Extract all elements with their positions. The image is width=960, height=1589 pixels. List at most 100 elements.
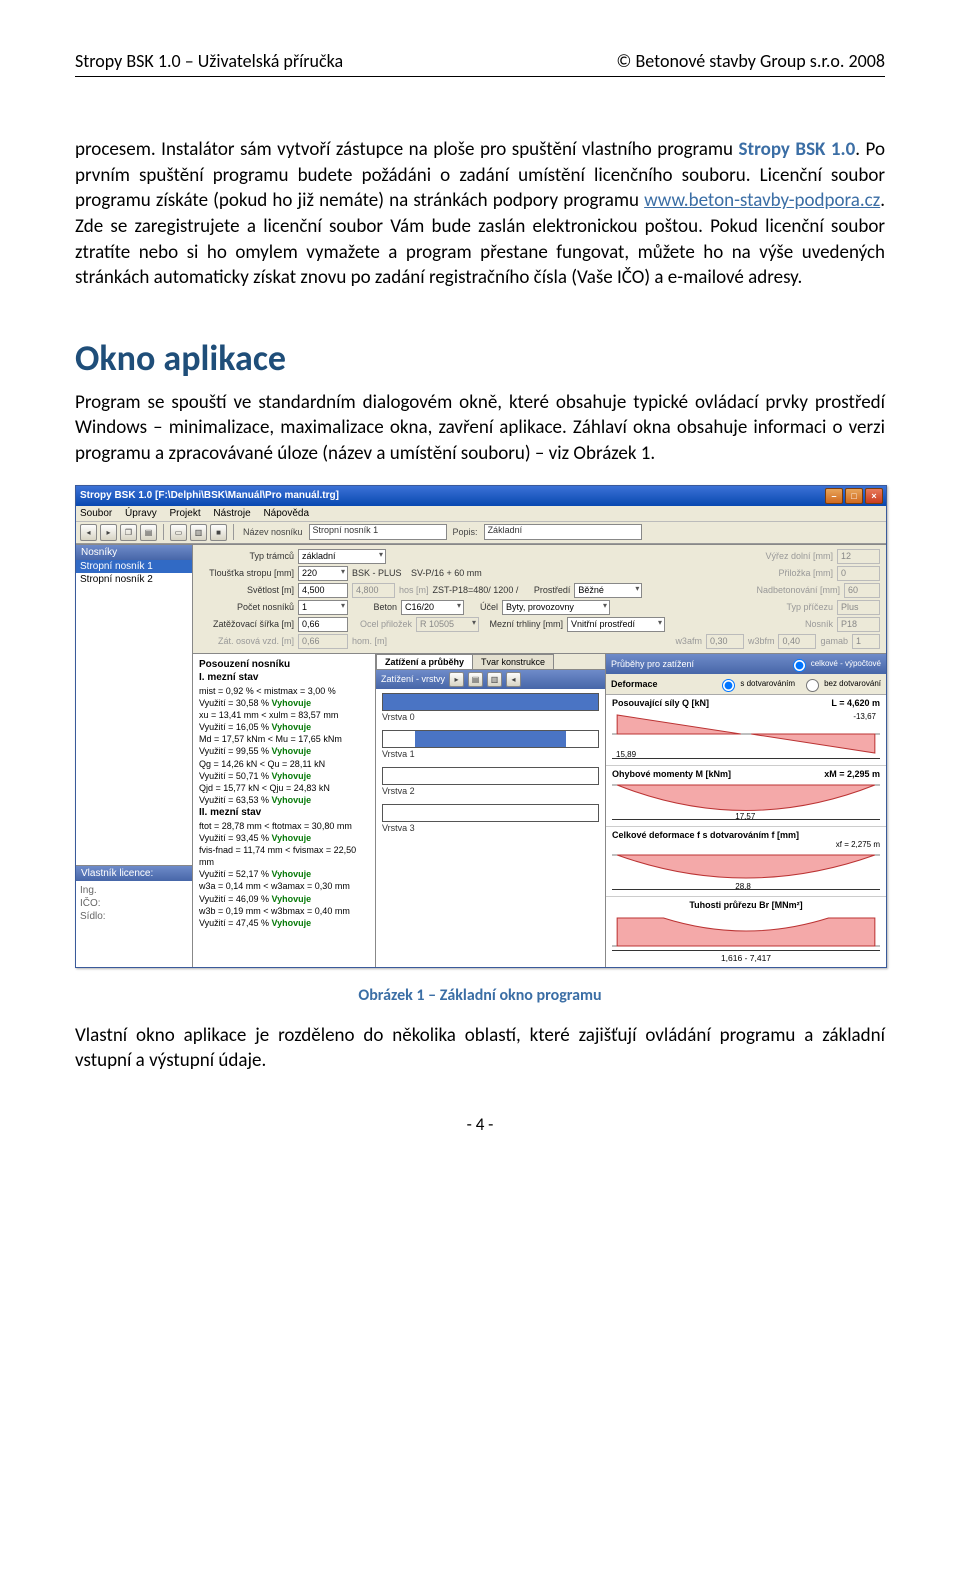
vyhovuje: Vyhovuje	[271, 795, 311, 805]
chart-f-title: Celkové deformace f s dotvarováním f [mm…	[612, 830, 799, 840]
assess-line: xu = 13,41 mm < xulm = 83,57 mm	[199, 710, 338, 720]
vrstvy-btn-4[interactable]: ◂	[506, 672, 521, 687]
trhliny-select[interactable]: Vnitřní prostředí	[567, 617, 665, 632]
vrstvy-btn-3[interactable]: ▥	[487, 672, 502, 687]
radio-celkove[interactable]	[793, 659, 806, 672]
txt-zst: ZST-P18=480/ 1200 /	[433, 585, 519, 595]
assess-line: Využití = 47,45 %	[199, 918, 271, 928]
page-number: - 4 -	[75, 1114, 885, 1135]
paragraph-2: Program se spouští ve standardním dialog…	[75, 390, 885, 467]
assess-line: Využití = 99,55 %	[199, 746, 271, 756]
toolbar: ◂ ▸ ❐ ▤ ▭ ▥ ■ Název nosníku Stropní nosn…	[76, 522, 886, 544]
tb-copy-icon[interactable]: ❐	[120, 524, 137, 541]
typ-tramcu-select[interactable]: základní	[298, 549, 386, 564]
pocet-select[interactable]: 1	[298, 600, 348, 615]
tb-open-icon[interactable]: ▥	[190, 524, 207, 541]
nosniky-header: Nosníky	[76, 545, 192, 560]
assess-line: w3a = 0,14 mm < w3amax = 0,30 mm	[199, 881, 350, 891]
svetlost-input[interactable]: 4,500	[298, 583, 348, 598]
vyhovuje: Vyhovuje	[271, 894, 311, 904]
menu-soubor[interactable]: Soubor	[80, 508, 112, 519]
lic-line: Sídlo:	[80, 910, 188, 923]
vyhovuje: Vyhovuje	[271, 833, 311, 843]
tloustka-select[interactable]: 220	[298, 566, 348, 581]
chart-m-xm: xM = 2,295 m	[824, 769, 880, 779]
lbl-w3afm: w3afm	[675, 636, 702, 646]
ocel-select: R 10505	[416, 617, 479, 632]
nazev-nosniku-input[interactable]: Stropní nosník 1	[309, 524, 447, 540]
layers-area: Vrstva 0 Vrstva 1	[376, 689, 605, 967]
support-link[interactable]: www.beton-stavby-podpora.cz	[644, 189, 880, 212]
opt-bez-dotv[interactable]: bez dotvarování	[801, 676, 881, 692]
nosniky-list[interactable]: Stropní nosník 1 Stropní nosník 2	[76, 560, 192, 866]
tb-right-icon[interactable]: ▸	[100, 524, 117, 541]
prilozka-field: 0	[837, 566, 880, 581]
popis-input[interactable]: Základní	[484, 524, 642, 540]
beton-select[interactable]: C16/20	[401, 600, 464, 615]
radio-bezdotv[interactable]	[806, 679, 819, 692]
lbl-prostredi: Prostředí	[522, 585, 570, 595]
radio-sdotv[interactable]	[722, 679, 735, 692]
txt-svp: SV-P/16 + 60 mm	[411, 568, 501, 578]
lbl-zat-sirka: Zatěžovací šířka [m]	[199, 619, 294, 629]
val-q-right: -13,67	[853, 712, 876, 721]
mezni-2: II. mezní stav	[199, 807, 261, 818]
vrstvy-title: Zatížení - vrstvy	[381, 674, 445, 684]
maximize-button[interactable]: □	[845, 488, 863, 504]
minimize-button[interactable]: –	[825, 488, 843, 504]
zat-sirka-input[interactable]: 0,66	[298, 617, 348, 632]
figure-caption: Obrázek 1 – Základní okno programu	[75, 986, 885, 1005]
menu-napoveda[interactable]: Nápověda	[263, 508, 309, 519]
vrstvy-btn-2[interactable]: ▤	[468, 672, 483, 687]
tb-new-icon[interactable]: ▭	[170, 524, 187, 541]
val-f: 28,8	[735, 882, 751, 891]
nadbeton-field: 60	[844, 583, 880, 598]
chart-br-title: Tuhosti průřezu Br [MNm²]	[689, 900, 802, 910]
layer-label: Vrstva 3	[382, 823, 599, 833]
gamab-field: 1	[852, 634, 880, 649]
typ-pricezu-field: Plus	[837, 600, 880, 615]
opt-bez-dotv-label: bez dotvarování	[824, 679, 881, 688]
lbl-hom: hom. [m]	[352, 636, 387, 646]
opt-s-dotv[interactable]: s dotvarováním	[717, 676, 795, 692]
mezni-1: I. mezní stav	[199, 672, 258, 683]
lbl-hos: hos [m]	[399, 585, 429, 595]
menu-upravy[interactable]: Úpravy	[125, 508, 157, 519]
paragraph-3: Vlastní okno aplikace je rozděleno do ně…	[75, 1023, 885, 1074]
toolbar-nazev-label: Název nosníku	[243, 527, 303, 537]
chart-m: Ohybové momenty M [kNm] xM = 2,295 m 17,…	[606, 766, 886, 827]
tb-save-icon[interactable]: ■	[210, 524, 227, 541]
list-item[interactable]: Stropní nosník 1	[76, 560, 192, 573]
lbl-typ-pricezu: Typ příčezu	[786, 602, 833, 612]
ucel-select[interactable]: Byty, provozovny	[502, 600, 610, 615]
assess-line: Md = 17,57 kNm < Mu = 17,65 kNm	[199, 734, 342, 744]
tab-tvar[interactable]: Tvar konstrukce	[472, 654, 554, 669]
opt-celkove[interactable]: celkové - výpočtové	[788, 656, 881, 672]
list-item[interactable]: Stropní nosník 2	[76, 573, 192, 586]
lbl-ucel: Účel	[468, 602, 498, 612]
menu-nastroje[interactable]: Nástroje	[213, 508, 250, 519]
vyhovuje: Vyhovuje	[271, 771, 311, 781]
chart-f: Celkové deformace f s dotvarováním f [mm…	[606, 827, 886, 897]
vrstvy-btn-1[interactable]: ▸	[449, 672, 464, 687]
menu-projekt[interactable]: Projekt	[170, 508, 201, 519]
licence-box: Ing. IČO: Sídlo:	[76, 881, 192, 967]
assess-line: fvis-fnad = 11,74 mm < fvismax = 22,50 m…	[199, 845, 356, 867]
assess-line: Využití = 50,71 %	[199, 771, 271, 781]
lbl-gamab: gamab	[820, 636, 848, 646]
vyhovuje: Vyhovuje	[271, 746, 311, 756]
vyrez-dolni-field: 12	[837, 549, 880, 564]
vrstvy-header: Zatížení - vrstvy ▸ ▤ ▥ ◂	[376, 670, 605, 689]
close-button[interactable]: ×	[865, 488, 883, 504]
chart-br-range: 1,616 - 7,417	[612, 953, 880, 963]
lbl-vyrez-dolni: Výřez dolní [mm]	[765, 551, 833, 561]
zat-osova-field: 0,66	[298, 634, 348, 649]
tb-paste-icon[interactable]: ▤	[140, 524, 157, 541]
val-m: 17,57	[735, 812, 755, 821]
lbl-trhliny: Mezní trhliny [mm]	[483, 619, 563, 629]
tb-left-icon[interactable]: ◂	[80, 524, 97, 541]
tab-zatizeni[interactable]: Zatížení a průběhy	[376, 654, 473, 669]
prostredi-select[interactable]: Běžné	[574, 583, 642, 598]
chart-m-title: Ohybové momenty M [kNm]	[612, 769, 731, 779]
charts-title: Průběhy pro zatížení	[611, 659, 694, 669]
